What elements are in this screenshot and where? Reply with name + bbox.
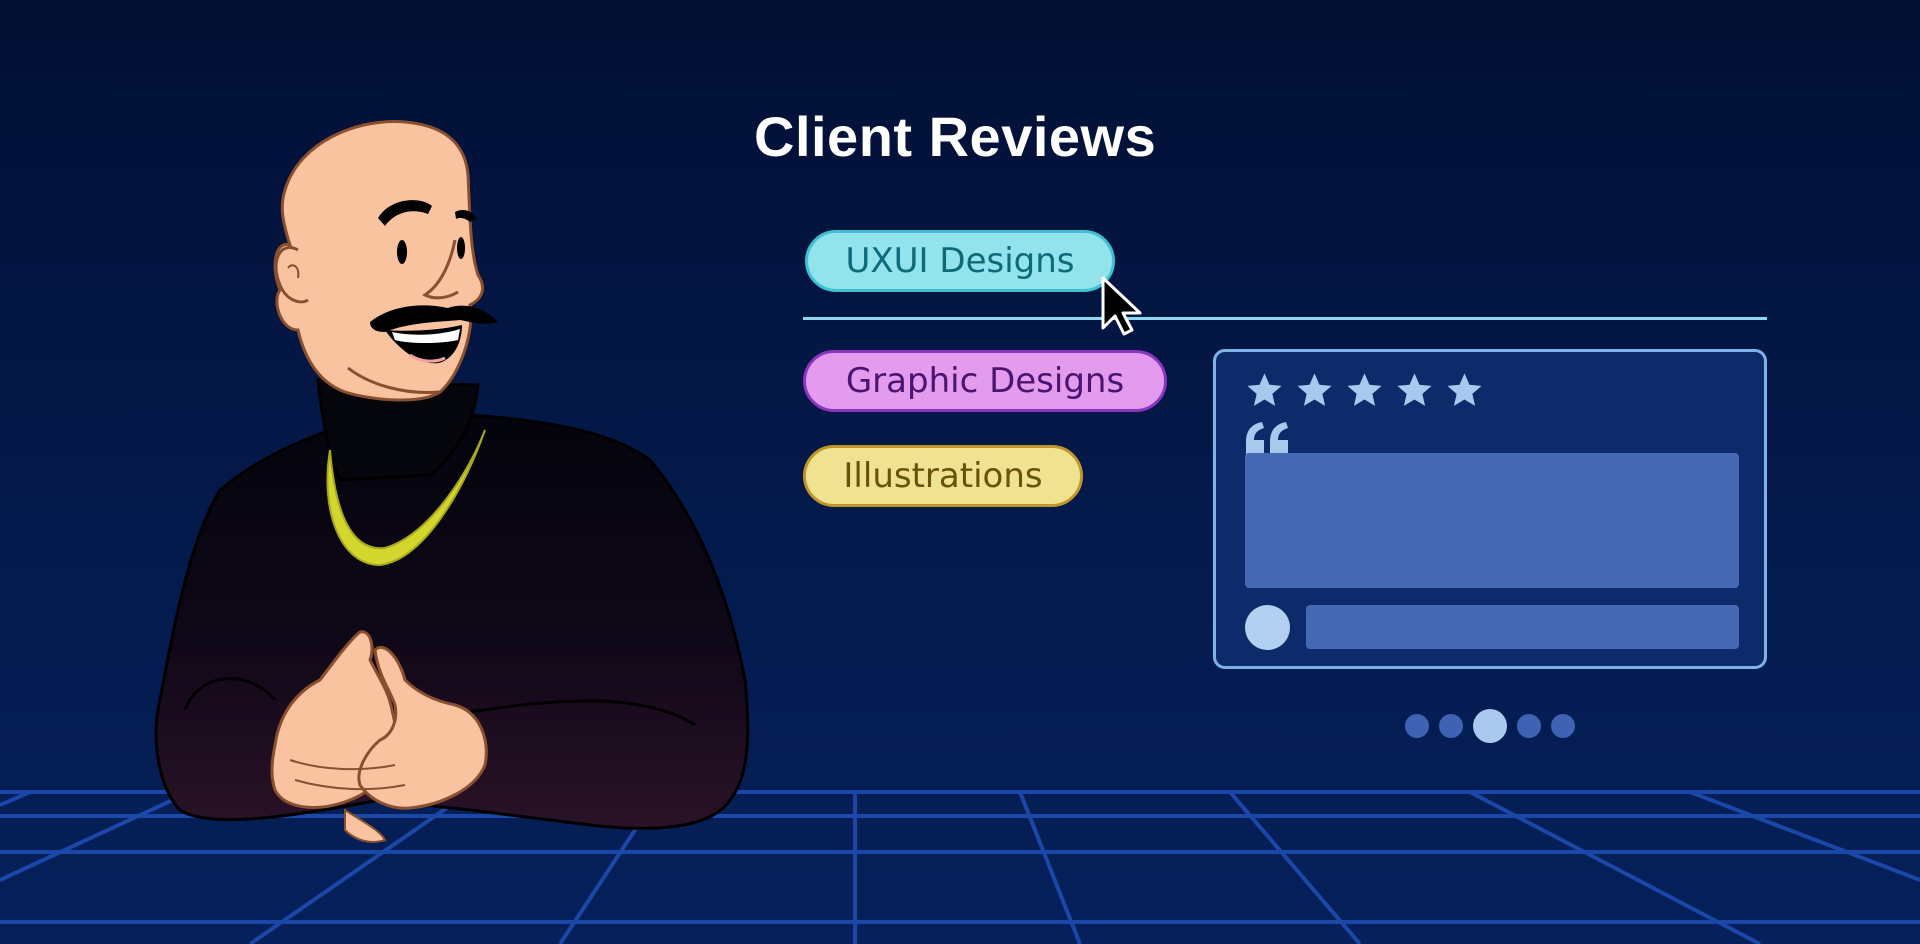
star-icon xyxy=(1347,373,1382,406)
carousel-dot-1[interactable] xyxy=(1405,714,1429,738)
carousel-pagination xyxy=(1405,709,1575,743)
review-card xyxy=(1213,349,1767,669)
carousel-dot-3-active[interactable] xyxy=(1473,709,1507,743)
carousel-dot-5[interactable] xyxy=(1551,714,1575,738)
star-icon xyxy=(1247,373,1282,406)
tabs-divider xyxy=(803,317,1767,320)
carousel-dot-2[interactable] xyxy=(1439,714,1463,738)
star-icon xyxy=(1297,373,1332,406)
avatar xyxy=(1245,605,1290,650)
cursor-icon xyxy=(1101,276,1142,336)
tab-uxui-designs[interactable]: UXUI Designs xyxy=(805,230,1115,292)
tab-graphic-designs[interactable]: Graphic Designs xyxy=(803,350,1167,412)
reviewer-name-placeholder xyxy=(1306,605,1739,649)
star-icon xyxy=(1447,373,1482,406)
section-title: Client Reviews xyxy=(754,105,1157,168)
carousel-dot-4[interactable] xyxy=(1517,714,1541,738)
star-rating xyxy=(1244,370,1485,411)
review-text-placeholder xyxy=(1245,453,1739,588)
tab-illustrations[interactable]: Illustrations xyxy=(803,445,1083,507)
star-icon xyxy=(1397,373,1432,406)
